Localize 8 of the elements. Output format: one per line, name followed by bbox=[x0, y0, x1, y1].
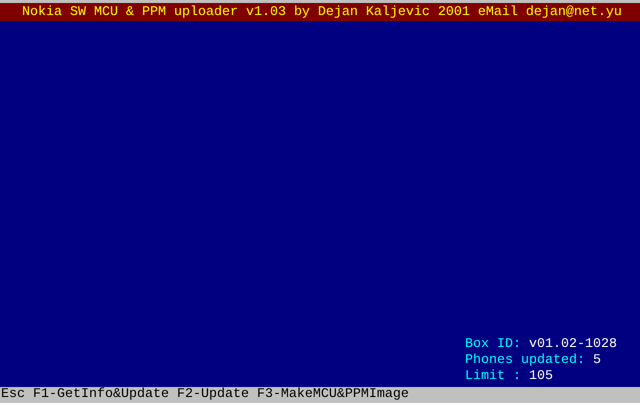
info-label: Box ID: bbox=[465, 337, 521, 353]
info-value: 105 bbox=[528, 369, 553, 385]
info-label: Phones updated: bbox=[465, 353, 585, 369]
status-text: Esc F1-GetInfo&Update F2-Update F3-MakeMCU&PPMImage bbox=[1, 387, 409, 402]
info-value: v01.02-1028 bbox=[528, 337, 617, 353]
window-title: Nokia SW MCU & PPM uploader v1.03 by Dejan Kaljevic 2001 eMail dejan@net.yu bbox=[22, 4, 622, 20]
info-value: 5 bbox=[592, 353, 601, 369]
info-label: Limit : bbox=[465, 369, 521, 385]
